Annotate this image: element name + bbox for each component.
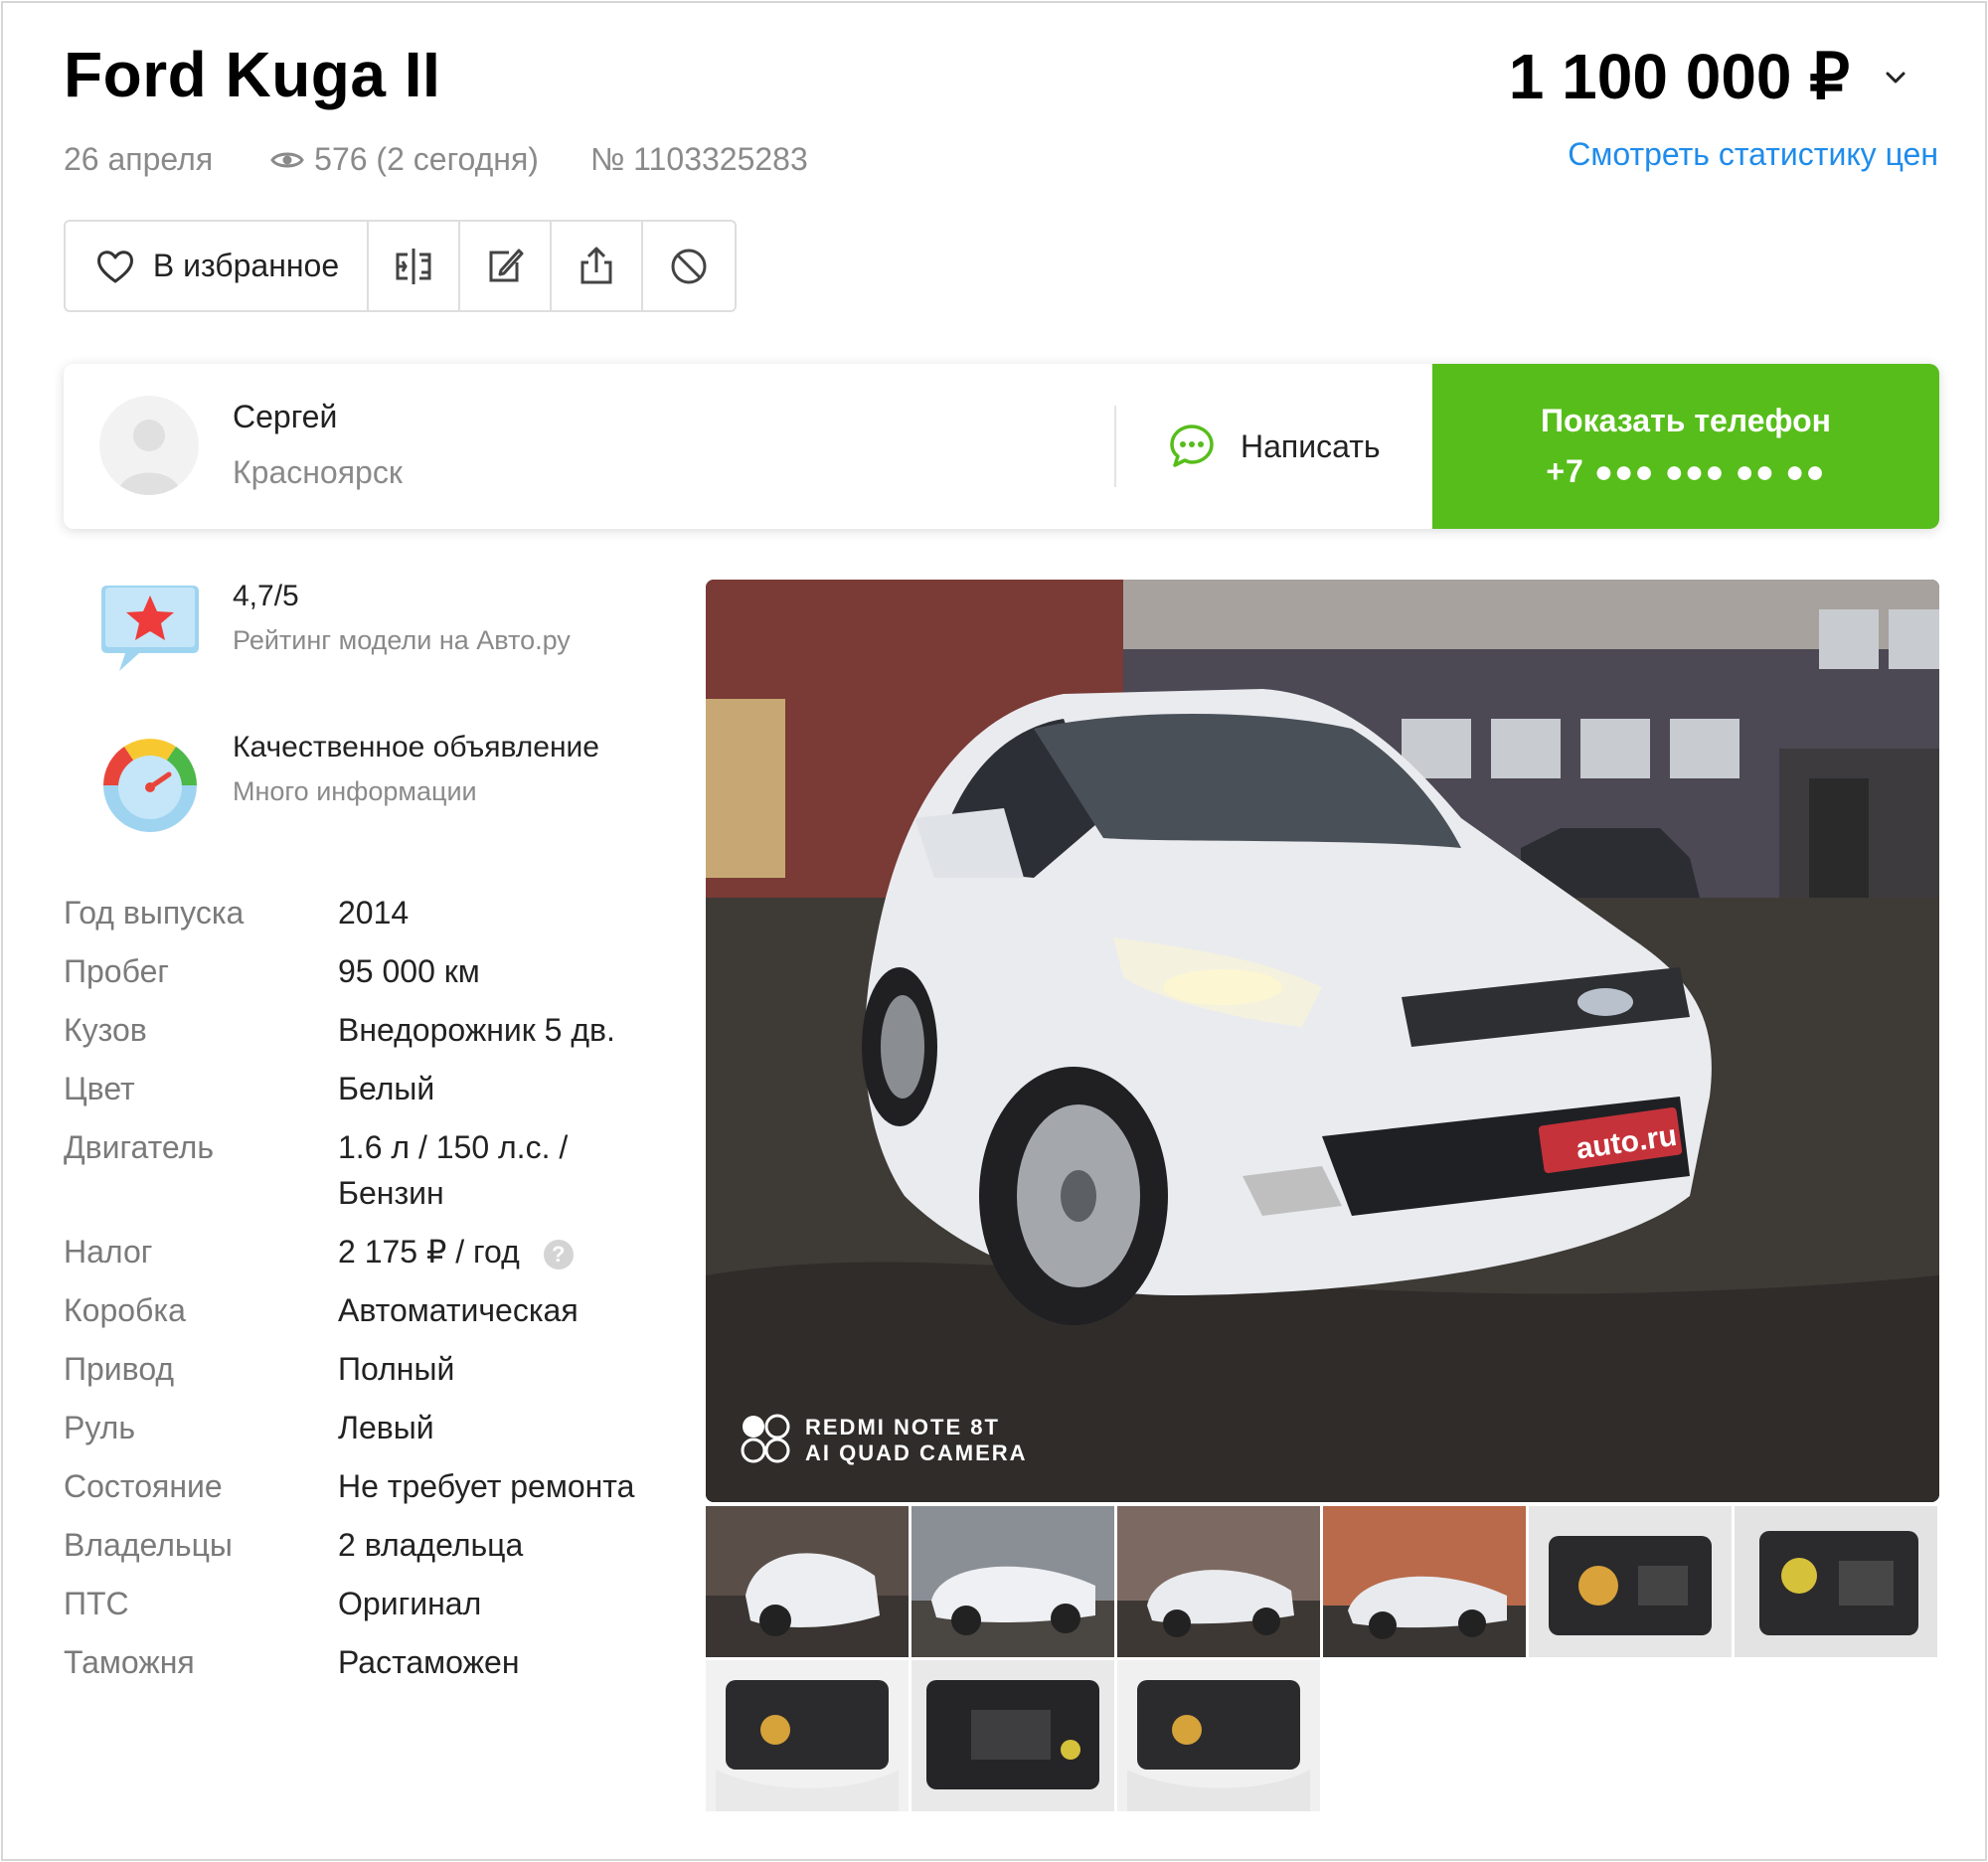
price-dropdown[interactable]: 1 100 000 ₽ bbox=[1509, 40, 1911, 114]
thumbnail-grid bbox=[706, 1506, 1939, 1811]
listing-meta: 26 апреля 576 (2 сегодня) № 1103325283 bbox=[64, 141, 808, 178]
spec-value: 2014 bbox=[338, 895, 410, 931]
thumbnail[interactable] bbox=[1735, 1506, 1937, 1657]
thumbnail[interactable] bbox=[1529, 1506, 1732, 1657]
action-bar: В избранное bbox=[64, 220, 737, 312]
car-photo: auto.ru REDMI NOTE 8T AI QUAD CAMERA bbox=[706, 580, 1939, 1502]
phone-masked: +7 ●●● ●●● ●● ●● bbox=[1546, 453, 1826, 489]
price: 1 100 000 ₽ bbox=[1508, 41, 1850, 112]
spec-value: Растаможен bbox=[338, 1644, 520, 1680]
spec-row: Коробка Автоматическая bbox=[64, 1287, 666, 1333]
spec-value: Автоматическая bbox=[338, 1292, 579, 1328]
spec-key: Коробка bbox=[64, 1292, 186, 1328]
note-button[interactable] bbox=[460, 222, 552, 310]
thumbnail[interactable] bbox=[1323, 1506, 1526, 1657]
spec-key: Двигатель bbox=[64, 1129, 214, 1165]
spec-key: Таможня bbox=[64, 1644, 195, 1680]
add-to-favorites-button[interactable]: В избранное bbox=[66, 222, 369, 310]
divider bbox=[1114, 406, 1116, 487]
chevron-down-icon bbox=[1886, 72, 1905, 83]
spec-value: Не требует ремонта bbox=[338, 1468, 635, 1504]
spec-row: Руль Левый bbox=[64, 1405, 666, 1450]
spec-row: Двигатель 1.6 л / 150 л.с. / Бензин bbox=[64, 1124, 666, 1216]
gauge-icon bbox=[103, 739, 197, 832]
spec-value: Левый bbox=[338, 1410, 434, 1445]
quality-badge[interactable]: Качественное объявление Много информации bbox=[95, 731, 599, 840]
share-button[interactable] bbox=[552, 222, 643, 310]
spec-value: 2 175 ₽ / год bbox=[338, 1234, 520, 1270]
compare-button[interactable] bbox=[369, 222, 460, 310]
model-rating-badge[interactable]: 4,7/5 Рейтинг модели на Авто.ру bbox=[95, 580, 571, 689]
quality-title: Качественное объявление bbox=[233, 731, 599, 763]
listing-date: 26 апреля bbox=[64, 141, 214, 177]
quality-caption: Много информации bbox=[233, 776, 477, 806]
spec-key: Кузов bbox=[64, 1012, 147, 1048]
spec-value[interactable]: Внедорожник 5 дв. bbox=[338, 1007, 666, 1053]
seller-city: Красноярск bbox=[233, 454, 403, 490]
spec-key: Пробег bbox=[64, 953, 170, 989]
help-icon[interactable]: ? bbox=[543, 1239, 574, 1270]
spec-key: Состояние bbox=[64, 1468, 223, 1504]
favorite-label: В избранное bbox=[152, 248, 340, 283]
seller-name: Сергей bbox=[233, 399, 338, 434]
spec-key: Привод bbox=[64, 1351, 175, 1387]
spec-row: Привод Полный bbox=[64, 1346, 666, 1392]
spec-row: Пробег 95 000 км bbox=[64, 948, 666, 994]
chat-bubble-icon bbox=[1170, 424, 1214, 467]
spec-row: Налог 2 175 ₽ / год? bbox=[64, 1229, 666, 1274]
thumbnail[interactable] bbox=[706, 1506, 909, 1657]
spec-key: ПТС bbox=[64, 1586, 129, 1621]
spec-value: Полный bbox=[338, 1351, 455, 1387]
main-photo[interactable]: auto.ru REDMI NOTE 8T AI QUAD CAMERA bbox=[706, 580, 1939, 1502]
star-rating-icon bbox=[101, 586, 199, 671]
share-icon bbox=[580, 247, 612, 283]
price-stats-link[interactable]: Смотреть статистику цен bbox=[1568, 136, 1938, 173]
spec-row: Таможня Растаможен bbox=[64, 1639, 666, 1685]
spec-row: Год выпуска 2014 bbox=[64, 890, 666, 935]
spec-value[interactable]: Белый bbox=[338, 1066, 666, 1111]
spec-key: Налог bbox=[64, 1234, 153, 1270]
spec-row: Владельцы 2 владельца bbox=[64, 1522, 666, 1568]
views-counter: 576 (2 сегодня) bbox=[270, 141, 539, 178]
thumbnail[interactable] bbox=[911, 1506, 1114, 1657]
heart-icon bbox=[96, 250, 133, 282]
edit-note-icon bbox=[489, 249, 524, 281]
write-label: Написать bbox=[1241, 427, 1381, 464]
spec-value: 2 владельца bbox=[338, 1527, 524, 1563]
spec-row: Состояние Не требует ремонта bbox=[64, 1463, 666, 1509]
thumbnail[interactable] bbox=[1117, 1506, 1320, 1657]
spec-row: ПТС Оригинал bbox=[64, 1581, 666, 1626]
compare-icon bbox=[396, 248, 431, 284]
rating-caption: Рейтинг модели на Авто.ру bbox=[233, 625, 571, 655]
show-phone-button[interactable]: Показать телефон +7 ●●● ●●● ●● ●● bbox=[1432, 364, 1939, 529]
spec-key: Руль bbox=[64, 1410, 135, 1445]
spec-row: Цвет Белый bbox=[64, 1066, 666, 1111]
thumbnail[interactable] bbox=[706, 1660, 909, 1811]
rating-value: 4,7/5 bbox=[233, 580, 299, 612]
watermark-line1: REDMI NOTE 8T bbox=[805, 1415, 1000, 1439]
specs-table: Год выпуска 2014 Пробег 95 000 км Кузов Вне… bbox=[64, 890, 666, 1685]
write-message-button[interactable]: Написать bbox=[1167, 364, 1381, 529]
views-text: 576 (2 сегодня) bbox=[314, 141, 539, 177]
person-icon bbox=[117, 420, 181, 495]
spec-key: Цвет bbox=[64, 1071, 135, 1106]
seller-card: Сергей Красноярск Написать Показать теле… bbox=[64, 364, 1939, 529]
block-icon bbox=[671, 249, 707, 283]
eye-icon bbox=[270, 152, 304, 167]
listing-number: № 1103325283 bbox=[589, 141, 808, 177]
spec-key: Владельцы bbox=[64, 1527, 233, 1563]
show-phone-label: Показать телефон bbox=[1541, 403, 1831, 438]
watermark-line2: AI QUAD CAMERA bbox=[805, 1440, 1028, 1465]
spec-value: 95 000 км bbox=[338, 953, 480, 989]
listing-title: Ford Kuga II bbox=[64, 39, 441, 110]
thumbnail[interactable] bbox=[911, 1660, 1114, 1811]
avatar bbox=[99, 396, 199, 495]
spec-row: Кузов Внедорожник 5 дв. bbox=[64, 1007, 666, 1053]
thumbnail[interactable] bbox=[1117, 1660, 1320, 1811]
spec-key: Год выпуска bbox=[64, 895, 245, 931]
spec-value: Оригинал bbox=[338, 1586, 482, 1621]
hide-listing-button[interactable] bbox=[643, 222, 735, 310]
spec-value: 1.6 л / 150 л.с. / Бензин bbox=[338, 1129, 569, 1211]
